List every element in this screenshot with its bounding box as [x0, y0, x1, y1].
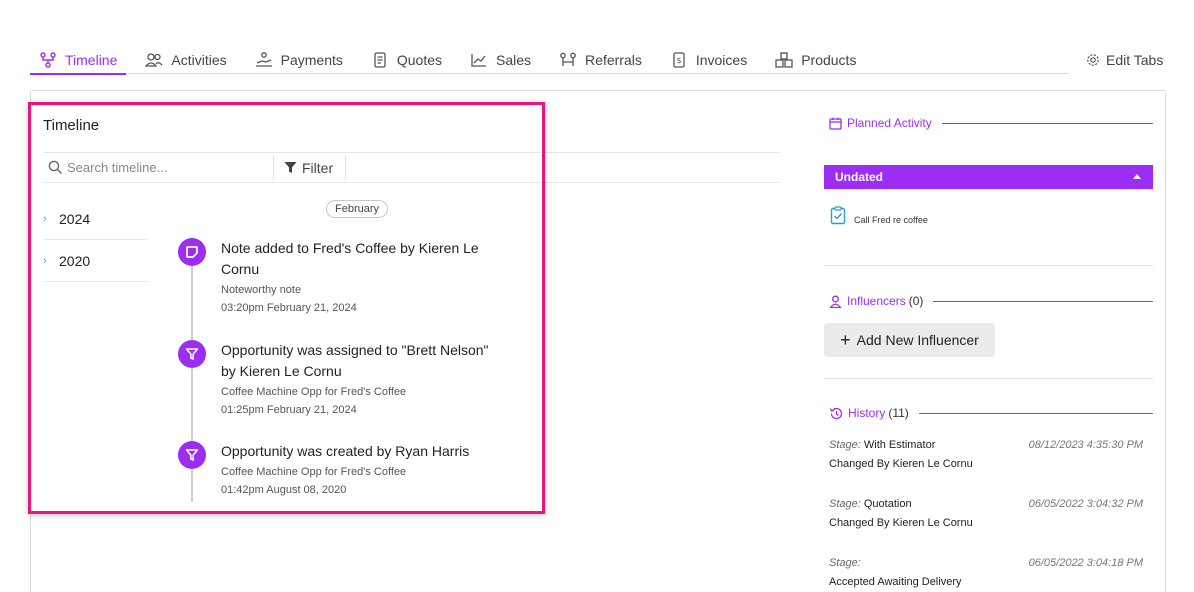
boxes-icon [775, 51, 793, 69]
year-label: 2024 [59, 210, 91, 227]
timeline-search-input[interactable] [67, 160, 267, 175]
tab-products[interactable]: Products [766, 46, 865, 74]
tab-payments[interactable]: Payments [246, 46, 352, 74]
history-item: Stage: With Estimator Changed By Kieren … [829, 436, 1147, 474]
entry-timestamp: 01:25pm February 21, 2024 [221, 404, 357, 416]
history-count: (11) [888, 406, 909, 420]
note-icon [178, 238, 206, 266]
entry-timestamp: 03:20pm February 21, 2024 [221, 302, 357, 314]
stage-value: With Estimator [863, 439, 936, 451]
year-item-2024[interactable]: › 2024 [43, 198, 148, 240]
divider [941, 122, 1153, 124]
planned-activity-text: Call Fred re coffee [854, 215, 928, 225]
invoice-icon: $ [670, 51, 688, 69]
history-date: 08/12/2023 4:35:30 PM [1028, 439, 1143, 451]
payment-hand-icon [255, 51, 273, 69]
divider [345, 156, 347, 179]
history-header: History (11) [829, 406, 1153, 420]
document-icon [371, 51, 389, 69]
chevron-right-icon: › [43, 254, 47, 267]
history-item: Stage: Accepted Awaiting Delivery 06/05/… [829, 554, 1147, 592]
divider [933, 300, 1153, 302]
history-date: 06/05/2022 3:04:18 PM [1028, 557, 1143, 569]
entry-subtitle: Noteworthy note [221, 284, 302, 296]
month-badge: February [326, 200, 389, 218]
funnel-icon [178, 340, 206, 368]
tab-invoices[interactable]: $ Invoices [661, 46, 756, 74]
clipboard-check-icon [830, 206, 846, 225]
year-list: › 2024 › 2020 [43, 198, 148, 282]
chevron-right-icon: › [43, 212, 47, 225]
chart-line-icon [470, 51, 488, 69]
entry-title: Note added to Fred's Coffee by Kieren Le… [221, 240, 479, 277]
history-title: History [848, 406, 886, 420]
add-new-influencer-button[interactable]: + Add New Influencer [824, 323, 995, 357]
gear-icon [1086, 53, 1100, 67]
tab-referrals[interactable]: Referrals [550, 46, 651, 74]
tab-timeline[interactable]: Timeline [30, 46, 127, 75]
planned-activity-item[interactable]: Call Fred re coffee [830, 206, 928, 225]
history-date: 06/05/2022 3:04:32 PM [1028, 498, 1143, 510]
tab-label: Products [801, 52, 857, 68]
divider [824, 265, 1153, 266]
undated-group-toggle[interactable]: Undated [824, 165, 1153, 189]
divider [824, 378, 1153, 379]
history-icon [829, 407, 843, 420]
entry-subtitle: Coffee Machine Opp for Fred's Coffee [221, 386, 407, 398]
influencers-header: Influencers (0) [829, 294, 1153, 308]
history-item: Stage: Quotation Changed By Kieren Le Co… [829, 495, 1147, 533]
year-item-2020[interactable]: › 2020 [43, 240, 148, 282]
tab-label: Sales [496, 52, 532, 68]
entry-timestamp: 01:42pm August 08, 2020 [221, 484, 347, 496]
timeline-title: Timeline [43, 117, 100, 134]
referral-icon [559, 51, 577, 69]
people-icon [145, 51, 163, 69]
undated-label: Undated [835, 170, 883, 184]
tab-label: Referrals [585, 52, 642, 68]
changed-by: Changed By Kieren Le Cornu [829, 458, 973, 470]
filter-button[interactable]: Filter [284, 160, 333, 176]
tab-label: Quotes [396, 52, 443, 68]
divider [918, 412, 1153, 414]
funnel-icon [284, 161, 297, 174]
timeline-search-bar: Filter [43, 152, 779, 183]
plus-icon: + [840, 330, 851, 350]
tab-quotes[interactable]: Quotes [362, 46, 451, 74]
funnel-icon [178, 441, 206, 469]
tab-activities[interactable]: Activities [136, 46, 235, 74]
stage-value: Quotation [863, 498, 912, 510]
calendar-icon [829, 117, 842, 130]
entry-title: Opportunity was assigned to "Brett Nelso… [221, 342, 489, 379]
entry-subtitle: Coffee Machine Opp for Fred's Coffee [221, 466, 407, 478]
planned-activity-title: Planned Activity [847, 116, 932, 130]
influencers-title: Influencers [847, 294, 906, 308]
add-influencer-label: Add New Influencer [856, 332, 979, 348]
stage-label: Stage: [829, 498, 861, 510]
stage-value: Accepted Awaiting Delivery [829, 576, 962, 588]
stage-label: Stage: [829, 557, 861, 569]
tab-label: Timeline [65, 52, 118, 68]
timeline-icon [39, 51, 57, 69]
edit-tabs-label: Edit Tabs [1106, 52, 1164, 68]
divider [273, 156, 274, 179]
svg-text:$: $ [676, 56, 681, 65]
changed-by: Changed By Kieren Le Cornu [829, 517, 973, 529]
caret-up-icon [1133, 174, 1141, 179]
edit-tabs-button[interactable]: Edit Tabs [1086, 52, 1163, 68]
influencers-count: (0) [908, 294, 924, 308]
stage-label: Stage: [829, 439, 861, 451]
tab-label: Invoices [695, 52, 748, 68]
filter-label: Filter [302, 159, 334, 176]
tab-sales[interactable]: Sales [461, 46, 540, 74]
tab-label: Payments [280, 52, 343, 68]
tab-label: Activities [171, 52, 227, 68]
tab-bar: Timeline Activities Payments Quotes Sale… [30, 46, 1068, 75]
search-icon [48, 160, 63, 175]
entry-title: Opportunity was created by Ryan Harris [221, 443, 470, 459]
person-icon [829, 295, 842, 308]
planned-activity-header: Planned Activity [829, 116, 1153, 130]
year-label: 2020 [59, 252, 91, 269]
